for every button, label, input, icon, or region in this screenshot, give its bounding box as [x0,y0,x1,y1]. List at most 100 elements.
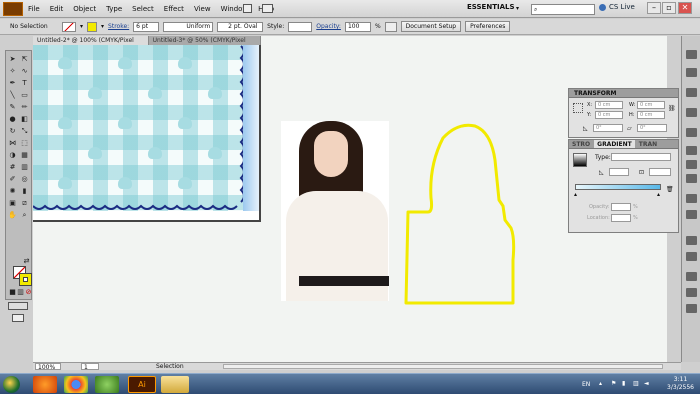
flag-icon[interactable]: ⚑ [611,380,616,387]
perspective-grid-tool-icon[interactable]: ▦ [19,150,30,160]
constrain-link-icon[interactable]: ⛓ [668,105,676,112]
appearance-panel-icon[interactable] [686,194,697,203]
menu-view[interactable]: View [189,5,216,13]
menu-effect[interactable]: Effect [159,5,189,13]
utorrent-icon[interactable] [95,376,119,393]
eraser-tool-icon[interactable]: ◧ [19,114,30,124]
zoom-level-select[interactable]: 100% [35,363,61,371]
opacity-input[interactable]: 100 [344,21,371,32]
swatches-panel-icon[interactable] [686,88,697,97]
delete-stop-icon[interactable]: 🗑 [666,186,674,193]
current-tool-status[interactable]: Selection [156,363,184,370]
stop-location-input[interactable] [611,214,631,222]
pathfinder-panel-icon[interactable] [686,288,697,297]
shape-builder-tool-icon[interactable]: ◑ [7,150,18,160]
gradient-panel-icon[interactable] [686,160,697,169]
selection-tool-icon[interactable]: ➤ [7,54,18,64]
close-button[interactable]: ✕ [678,2,692,14]
gradient-tool-icon[interactable]: ▥ [19,162,30,172]
tab-stroke[interactable]: STRO [572,140,590,148]
pencil-tool-icon[interactable]: ✏ [19,102,30,112]
symbols-panel-icon[interactable] [686,128,697,137]
gradient-stop-right-icon[interactable]: ▴ [657,191,660,198]
bridge-icon[interactable] [243,4,252,13]
workspace-chevron-icon[interactable]: ▾ [516,5,519,12]
stroke-link[interactable]: Stroke: [108,23,129,30]
zoom-tool-icon[interactable]: ⌕ [19,210,30,220]
opacity-link[interactable]: Opacity: [316,23,341,30]
artboard-tool-icon[interactable]: ▣ [7,198,18,208]
yellow-outline-path[interactable] [403,120,523,310]
artboards-panel-icon[interactable] [686,252,697,261]
preferences-button[interactable]: Preferences [465,21,511,32]
transform-panel-icon[interactable] [686,304,697,313]
scale-tool-icon[interactable]: ⤡ [19,126,30,136]
width-tool-icon[interactable]: ⋈ [7,138,18,148]
clock[interactable]: 3:11 3/3/2556 [667,376,694,392]
maximize-button[interactable]: ▫ [662,2,676,14]
gradient-stop-left-icon[interactable]: ▴ [574,191,577,198]
line-tool-icon[interactable]: ╲ [7,90,18,100]
stroke-chevron-icon[interactable]: ▾ [101,23,104,30]
volume-icon[interactable]: ◄ [644,380,649,387]
stop-opacity-input[interactable] [611,203,631,211]
screen-mode-icon[interactable] [12,314,24,322]
fill-swatch[interactable] [62,21,76,32]
layers-panel-icon[interactable] [686,236,697,245]
horizontal-scrollbar[interactable] [223,364,663,369]
color-panel-icon[interactable] [686,50,697,59]
rotate-tool-icon[interactable]: ↻ [7,126,18,136]
menu-edit[interactable]: Edit [45,5,69,13]
stroke-swatch[interactable] [87,21,98,32]
reference-point-icon[interactable] [573,103,583,113]
gradient-angle-input[interactable] [609,168,629,176]
illustrator-logo-icon[interactable] [3,1,23,16]
shear-input[interactable]: 0° [637,124,667,132]
brush-definition[interactable]: 2 pt. Oval [217,21,264,32]
stroke-panel-icon[interactable] [686,146,697,155]
recolor-artwork-icon[interactable] [384,21,397,32]
tab-transparency[interactable]: TRAN [639,140,657,148]
align-panel-icon[interactable] [686,272,697,281]
chrome-icon[interactable] [64,376,88,393]
arrange-docs-icon[interactable] [262,4,273,13]
mesh-tool-icon[interactable]: # [7,162,18,172]
swap-colors-icon[interactable]: ⇄ [21,256,32,266]
blob-brush-tool-icon[interactable]: ● [7,114,18,124]
start-button-icon[interactable] [3,376,20,393]
power-icon[interactable]: ▮ [622,380,625,387]
direct-selection-tool-icon[interactable]: ⇱ [19,54,30,64]
menu-select[interactable]: Select [127,5,159,13]
stroke-color-swatch[interactable] [19,273,32,286]
h-input[interactable]: 0 cm [637,111,665,119]
color-guide-panel-icon[interactable] [686,68,697,77]
menu-type[interactable]: Type [101,5,127,13]
slice-tool-icon[interactable]: ⧄ [19,198,30,208]
rectangle-tool-icon[interactable]: ▭ [19,90,30,100]
eyedropper-tool-icon[interactable]: ✐ [7,174,18,184]
type-tool-icon[interactable]: T [19,78,30,88]
illustrator-taskbar-icon[interactable]: Ai [128,376,156,393]
firefox-icon[interactable] [33,376,57,393]
workspace-switcher[interactable]: ESSENTIALS [467,3,515,11]
free-transform-tool-icon[interactable]: ⬚ [19,138,30,148]
magic-wand-tool-icon[interactable]: ✧ [7,66,18,76]
menu-object[interactable]: Object [68,5,101,13]
brushes-panel-icon[interactable] [686,108,697,117]
stroke-weight-input[interactable]: 6 pt [133,21,160,32]
lasso-tool-icon[interactable]: ∿ [19,66,30,76]
network-icon[interactable]: ▥ [633,380,639,387]
gradient-slider[interactable] [575,184,661,190]
symbol-sprayer-tool-icon[interactable]: ✺ [7,186,18,196]
aspect-ratio-input[interactable] [649,168,671,176]
y-input[interactable]: 0 cm [595,111,623,119]
hand-tool-icon[interactable]: ✋ [7,210,18,220]
gradient-type-select[interactable] [611,153,671,161]
x-input[interactable]: 0 cm [595,101,623,109]
language-indicator[interactable]: EN [582,381,590,388]
cs-live-button[interactable]: CS Live [609,3,635,11]
transparency-panel-icon[interactable] [686,174,697,183]
variable-width-profile[interactable]: Uniform [163,21,214,32]
artboard-navigation[interactable]: 1 [81,363,99,371]
w-input[interactable]: 0 cm [637,101,665,109]
